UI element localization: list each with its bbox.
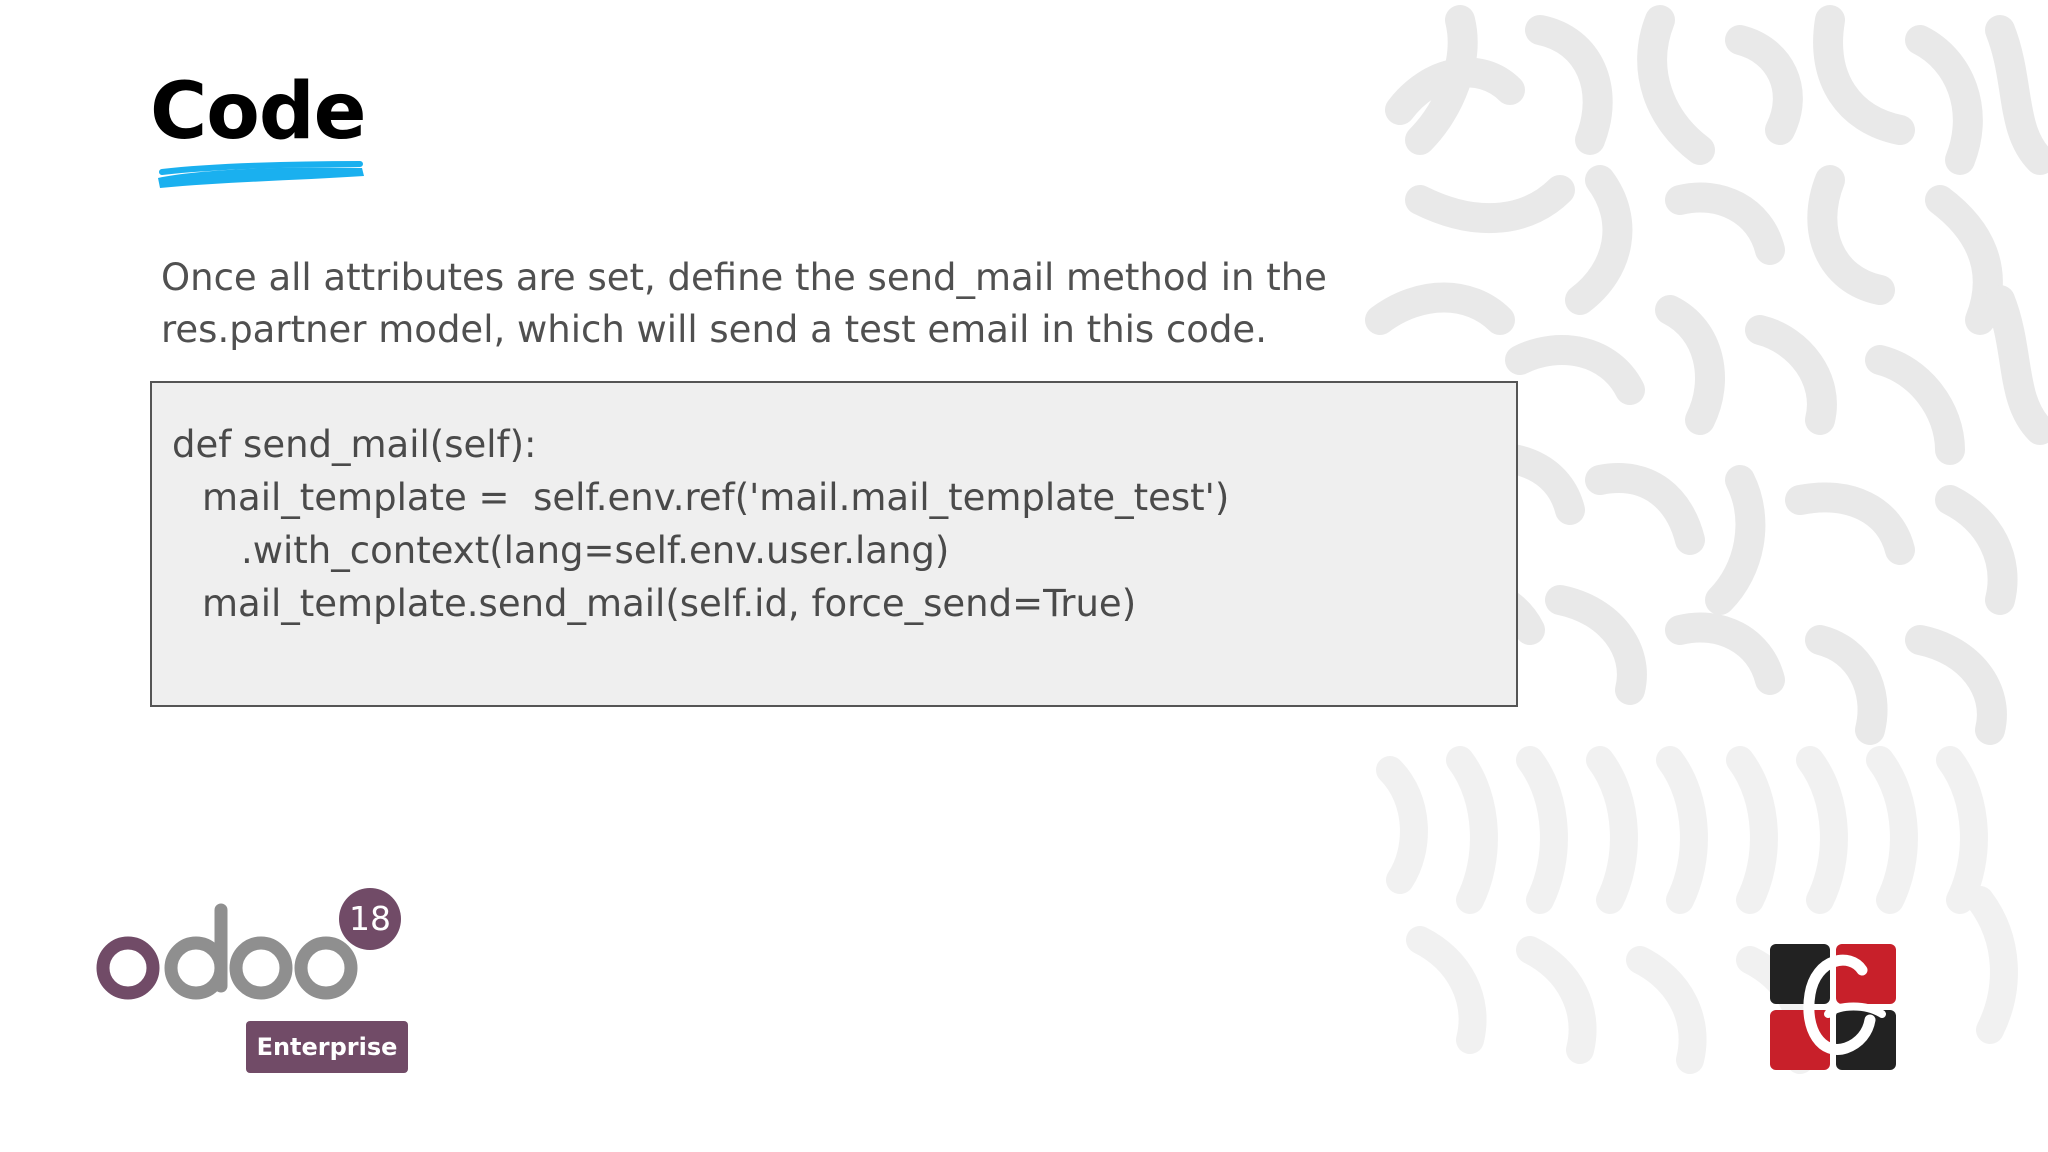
slide: Code Once all attributes are set, define…: [0, 0, 2048, 1152]
enterprise-badge: Enterprise: [246, 1021, 408, 1073]
code-block: def send_mail(self): mail_template = sel…: [150, 381, 1518, 707]
company-logo: [1770, 944, 1896, 1070]
brush-stroke-underline-icon: [158, 161, 364, 188]
code-line: .with_context(lang=self.env.user.lang): [241, 529, 950, 572]
intro-paragraph: Once all attributes are set, define the …: [161, 256, 1327, 351]
code-line: def send_mail(self):: [172, 423, 537, 466]
slide-title: Code: [150, 67, 367, 157]
version-badge: 18: [339, 888, 401, 950]
code-line: mail_template.send_mail(self.id, force_s…: [202, 582, 1137, 625]
code-line: mail_template = self.env.ref('mail.mail_…: [202, 476, 1230, 519]
